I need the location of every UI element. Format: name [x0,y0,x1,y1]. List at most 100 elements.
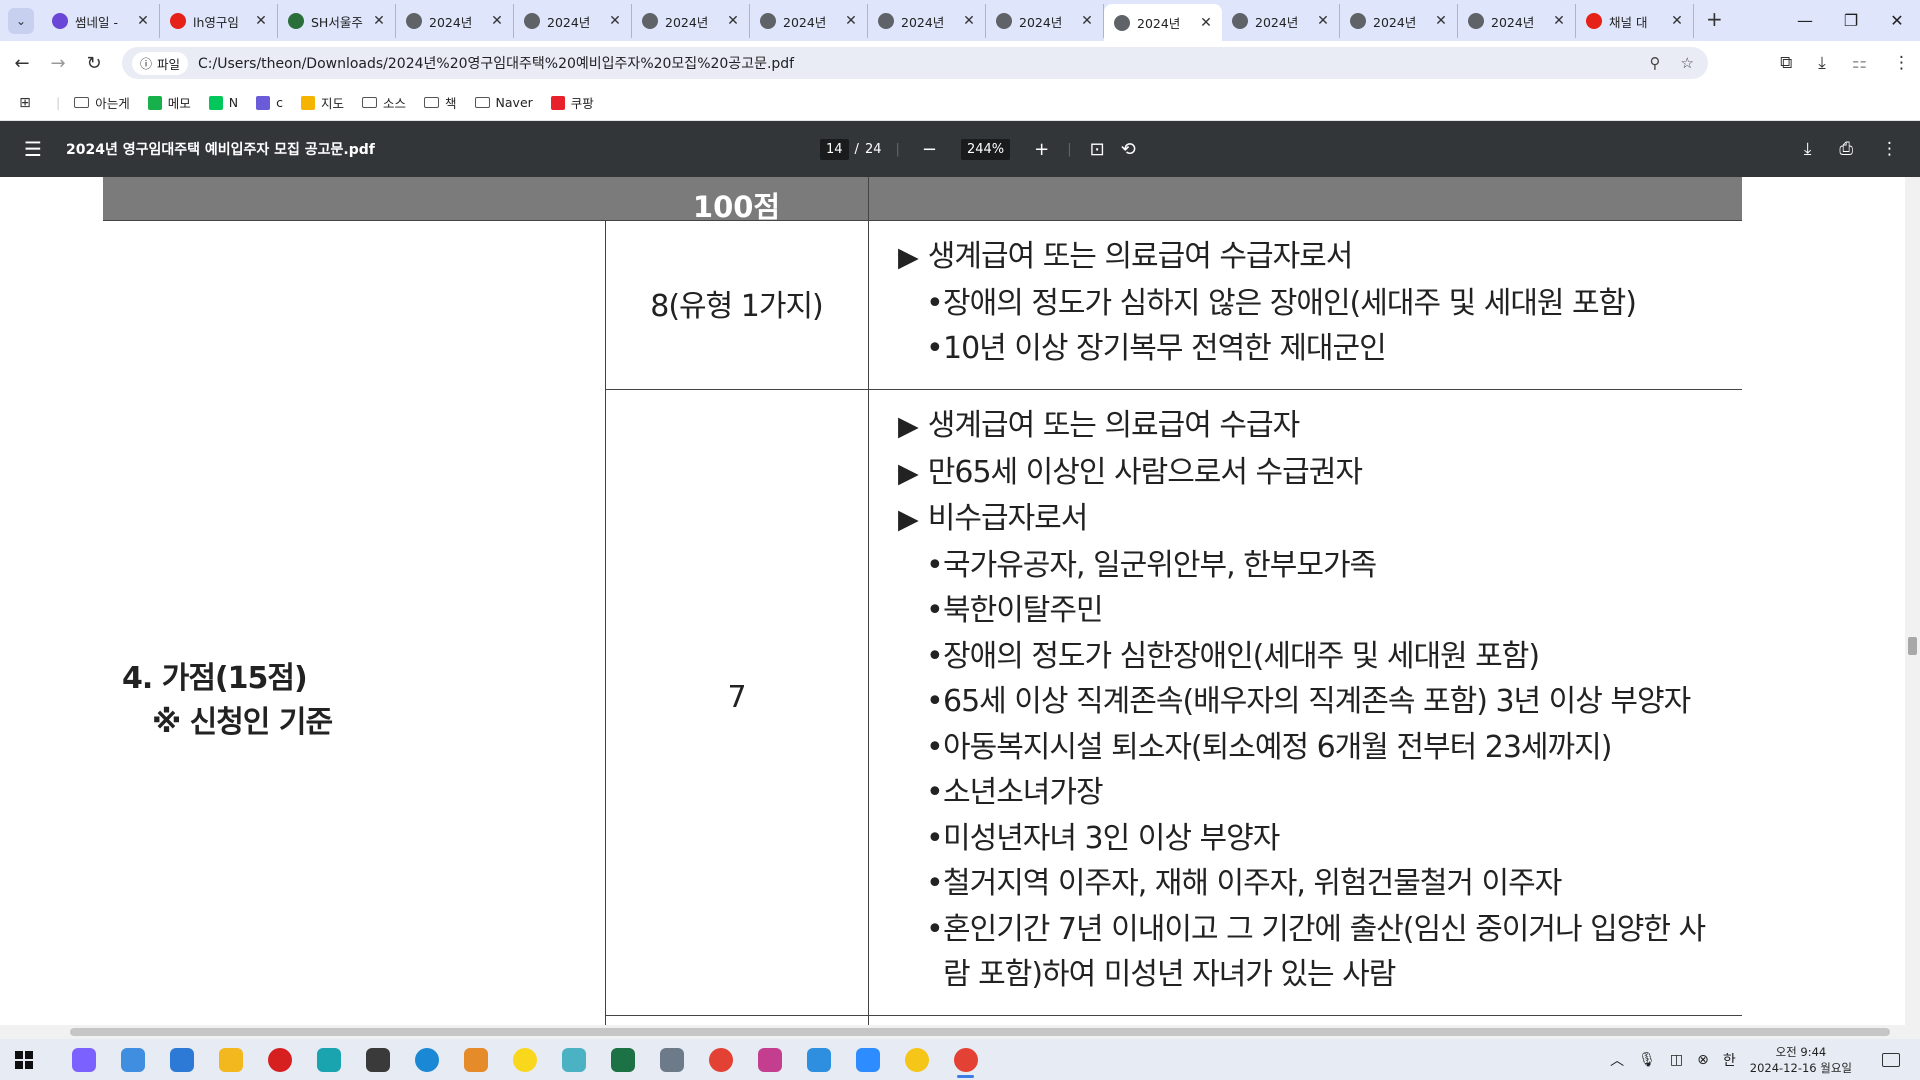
bookmark-item[interactable]: c [256,95,283,110]
browser-tab[interactable]: 2024년 ✕ [1222,4,1340,38]
menu-icon[interactable]: ⋮ [1893,53,1910,73]
tab-close-icon[interactable]: ✕ [371,13,387,29]
taskbar-app[interactable] [794,1039,843,1080]
zoom-icon[interactable]: ⚲ [1650,54,1661,72]
taskbar-app[interactable] [500,1039,549,1080]
tab-close-icon[interactable]: ✕ [607,13,623,29]
taskbar-app[interactable] [157,1039,206,1080]
ime-indicator[interactable]: 한 [1723,1050,1736,1070]
taskbar-app[interactable] [941,1039,990,1080]
taskbar-app[interactable] [892,1039,941,1080]
browser-tab[interactable]: 2024년 ✕ [868,4,986,38]
tab-close-icon[interactable]: ✕ [1079,13,1095,29]
bookmark-item[interactable]: 지도 [300,93,344,112]
bookmark-item[interactable]: ⊞ [18,95,38,111]
browser-tab[interactable]: 2024년 ✕ [632,4,750,38]
taskbar-app[interactable] [402,1039,451,1080]
tab-close-icon[interactable]: ✕ [843,13,859,29]
taskbar-app[interactable] [745,1039,794,1080]
browser-tab[interactable]: 2024년 ✕ [1104,4,1222,41]
tab-close-icon[interactable]: ✕ [1551,13,1567,29]
taskbar-app[interactable] [647,1039,696,1080]
tab-close-icon[interactable]: ✕ [1198,15,1214,31]
taskbar-app[interactable] [255,1039,304,1080]
volume-icon[interactable]: ⊗ [1697,1052,1709,1068]
tab-close-icon[interactable]: ✕ [1315,13,1331,29]
pdf-more-icon[interactable]: ⋮ [1881,139,1898,159]
bookmark-item[interactable]: 아는게 [74,93,130,112]
restore-icon[interactable]: ❐ [1828,11,1874,30]
tab-close-icon[interactable]: ✕ [1433,13,1449,29]
forward-icon[interactable]: → [44,53,72,74]
bookmark-star-icon[interactable]: ☆ [1681,54,1694,72]
bookmark-item[interactable]: 쿠팡 [550,93,594,112]
bullet-icon: • [926,547,944,583]
scroll-thumb[interactable] [70,1028,1890,1036]
taskbar-app[interactable] [549,1039,598,1080]
bookmark-item[interactable]: 책 [424,93,457,112]
extensions-icon[interactable]: ⧉ [1780,53,1792,73]
browser-tab[interactable]: 2024년 ✕ [986,4,1104,38]
taskbar-app[interactable] [206,1039,255,1080]
close-window-icon[interactable]: ✕ [1874,11,1920,30]
tab-close-icon[interactable]: ✕ [961,13,977,29]
profile-icon[interactable]: ⚏ [1852,53,1867,73]
pdf-menu-icon[interactable]: ☰ [24,137,44,161]
tray-chevron-icon[interactable]: ︿ [1610,1050,1624,1070]
zoom-in-icon[interactable]: + [1034,139,1049,160]
network-icon[interactable]: ◫ [1670,1052,1683,1068]
taskbar-app[interactable] [304,1039,353,1080]
address-bar[interactable]: ⓘ 파일 C:/Users/theon/Downloads/2024년%20영구… [122,47,1708,79]
back-icon[interactable]: ← [8,53,36,74]
new-tab-icon[interactable]: + [1706,7,1723,31]
browser-tab[interactable]: 2024년 ✕ [396,4,514,38]
tab-close-icon[interactable]: ✕ [725,13,741,29]
clock[interactable]: 오전 9:44 2024-12-16 월요일 [1750,1044,1852,1076]
zoom-out-icon[interactable]: − [922,139,937,160]
pdf-print-icon[interactable]: ⎙ [1839,139,1853,159]
scroll-thumb[interactable] [1908,637,1917,655]
browser-tab[interactable]: 2024년 ✕ [750,4,868,38]
fit-page-icon[interactable]: ⊡ [1090,139,1105,160]
minimize-icon[interactable]: — [1782,11,1828,30]
taskbar-app[interactable] [696,1039,745,1080]
download-icon[interactable]: ⤓ [1818,53,1826,73]
tab-title: 2024년 [1137,16,1181,31]
bookmark-item[interactable]: N [208,95,238,110]
microphone-icon[interactable]: 🎙 [1638,1052,1656,1068]
reload-icon[interactable]: ↻ [80,53,108,74]
taskbar-app[interactable] [59,1039,108,1080]
windows-start-icon[interactable] [15,1050,33,1069]
url-text[interactable]: C:/Users/theon/Downloads/2024년%20영구임대주택%… [198,53,794,73]
pdf-viewport[interactable]: 100점 4. 가점(15점) ※ 신청인 기준 8(유형 1가지) 생계급여 … [0,177,1905,1025]
bookmark-item[interactable]: 소스 [362,93,406,112]
taskbar-app[interactable] [108,1039,157,1080]
taskbar-app[interactable] [353,1039,402,1080]
tab-search-icon[interactable]: ⌄ [8,8,34,34]
browser-tab[interactable]: 2024년 ✕ [1458,4,1576,38]
tab-close-icon[interactable]: ✕ [135,13,151,29]
tab-close-icon[interactable]: ✕ [1669,13,1685,29]
browser-tab[interactable]: 썸네일 - ✕ [42,4,160,38]
taskbar-app[interactable] [843,1039,892,1080]
browser-tab[interactable]: lh영구임 ✕ [160,4,278,38]
taskbar-app[interactable] [598,1039,647,1080]
tab-close-icon[interactable]: ✕ [489,13,505,29]
zoom-input[interactable]: 244% [960,138,1011,160]
horizontal-scrollbar[interactable] [0,1025,1920,1039]
taskbar-app[interactable] [451,1039,500,1080]
bookmark-item[interactable]: Naver [474,95,533,110]
tab-close-icon[interactable]: ✕ [253,13,269,29]
browser-tab[interactable]: 채널 대 ✕ [1576,4,1694,38]
bookmark-item[interactable]: 메모 [147,93,191,112]
notification-icon[interactable] [1882,1052,1900,1067]
page-number-input[interactable]: 14 [820,138,849,160]
browser-tab[interactable]: 2024년 ✕ [514,4,632,38]
browser-tab[interactable]: 2024년 ✕ [1340,4,1458,38]
criteria-bullet: • 혼인기간 7년 이내이고 그 기간에 출산(임신 중이거나 입양한 사람 포함… [898,907,1728,998]
browser-tab[interactable]: SH서울주 ✕ [278,4,396,38]
site-info-chip[interactable]: ⓘ 파일 [132,51,189,75]
vertical-scrollbar[interactable] [1905,177,1920,1025]
rotate-icon[interactable]: ⟲ [1121,139,1136,160]
pdf-download-icon[interactable]: ⤓ [1804,139,1812,159]
